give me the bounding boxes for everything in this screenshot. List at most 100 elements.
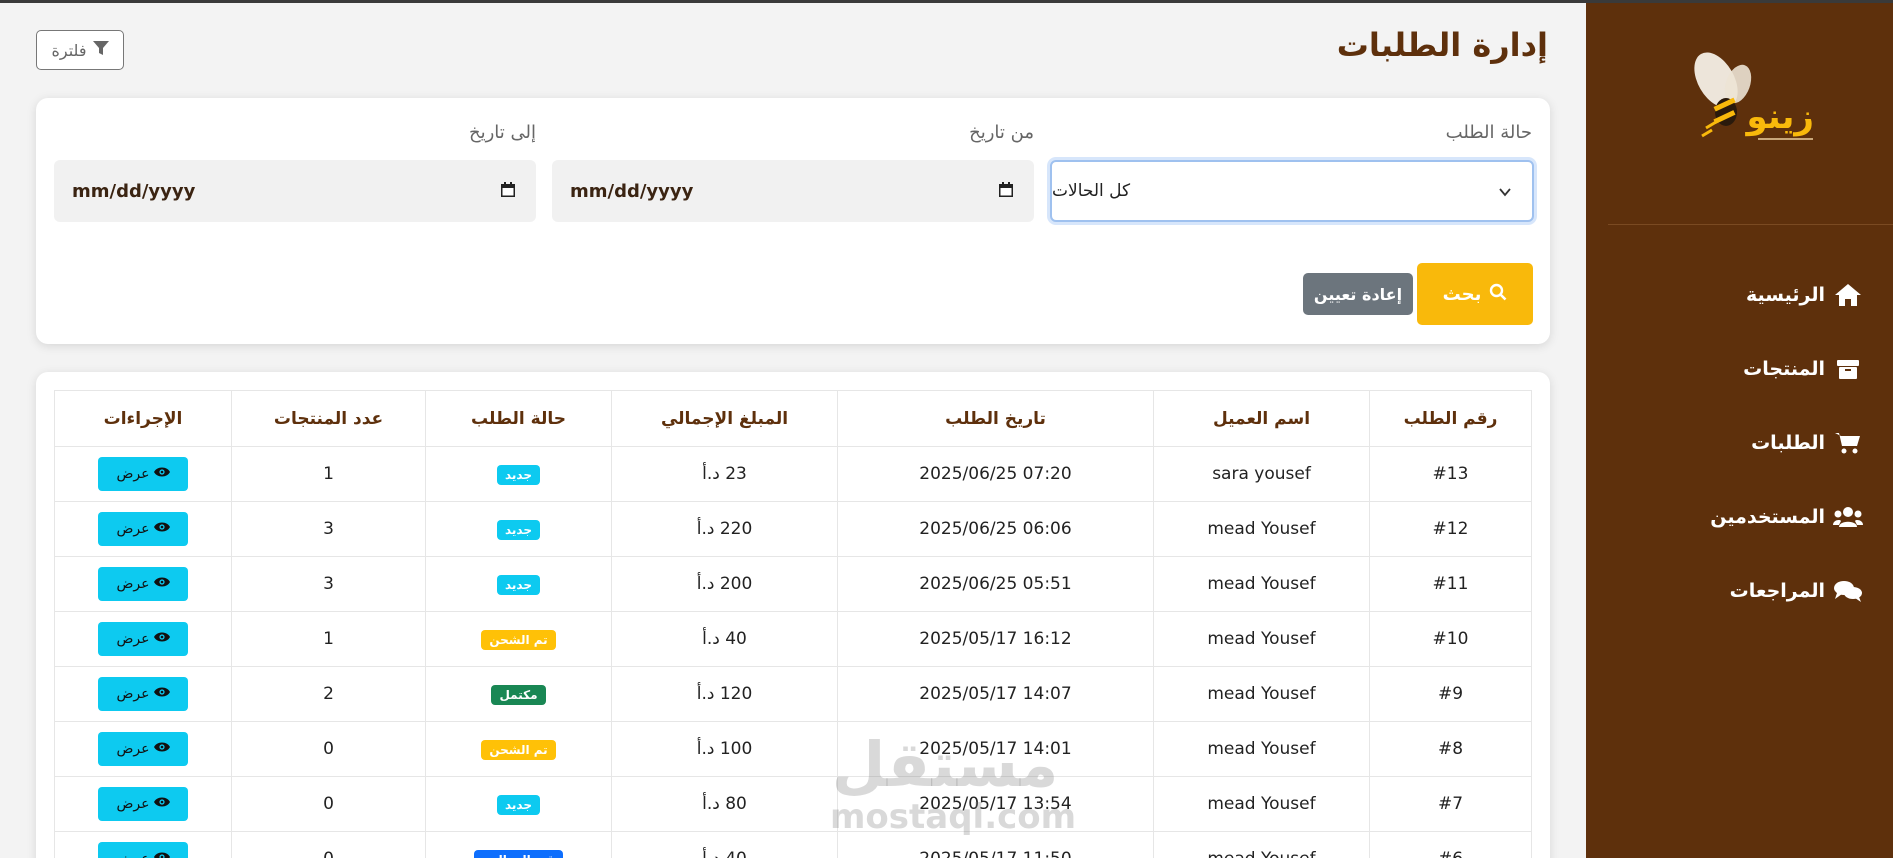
status-cell: مكتمل — [425, 666, 612, 722]
actions-cell: عرض — [54, 611, 232, 667]
orders-table: رقم الطلب اسم العميل تاريخ الطلب المبلغ … — [54, 390, 1532, 858]
status-badge: جديد — [496, 574, 541, 595]
table-row: #11 mead Yousef 2025/06/25 05:51 200 د.أ جدي… — [54, 556, 1532, 612]
customer-cell: mead Yousef — [1153, 556, 1370, 612]
total-cell: 200 د.أ — [611, 556, 838, 612]
to-date-label: إلى تاريخ — [468, 122, 536, 143]
from-date-input[interactable]: mm/dd/yyyy — [552, 160, 1034, 222]
status-badge: جديد — [496, 519, 541, 540]
sidebar-item-products[interactable]: المنتجات — [1603, 332, 1863, 406]
customer-cell: mead Yousef — [1153, 611, 1370, 667]
view-order-button[interactable]: عرض — [98, 457, 188, 491]
customer-cell: mead Yousef — [1153, 721, 1370, 777]
count-cell: 2 — [231, 666, 426, 722]
table-row: #13 sara yousef 2025/06/25 07:20 23 د.أ جديد… — [54, 446, 1532, 502]
sidebar: زينو الرئيسية المنتجات الطلبات المستخدمي… — [1586, 0, 1893, 858]
count-cell: 3 — [231, 556, 426, 612]
sidebar-item-label: الرئيسية — [1746, 284, 1825, 306]
status-cell: جديد — [425, 446, 612, 502]
view-order-label: عرض — [116, 631, 150, 647]
total-cell: 100 د.أ — [611, 721, 838, 777]
from-date-label: من تاريخ — [969, 122, 1034, 143]
calendar-icon[interactable] — [500, 182, 516, 203]
table-row: #6mead Yousef2025/05/17 11:5040 د.أ قيد ا… — [54, 831, 1532, 858]
status-cell: جديد — [425, 776, 612, 832]
customer-cell: sara yousef — [1153, 446, 1370, 502]
sidebar-item-reviews[interactable]: المراجعات — [1603, 554, 1863, 628]
sidebar-divider — [1608, 224, 1893, 225]
sidebar-item-orders[interactable]: الطلبات — [1603, 406, 1863, 480]
main-content: إدارة الطلبات فلترة حالة الطلب من تاريخ … — [0, 0, 1586, 858]
reset-button[interactable]: إعادة تعيين — [1303, 273, 1413, 315]
actions-cell: عرض — [54, 831, 232, 858]
calendar-icon[interactable] — [998, 182, 1014, 203]
total-cell: 40 د.أ — [611, 611, 838, 667]
status-badge: مكتمل — [491, 684, 546, 705]
order-id-cell: #9 — [1369, 666, 1532, 722]
sidebar-item-label: المراجعات — [1729, 580, 1825, 602]
actions-cell: عرض — [54, 446, 232, 502]
view-order-button[interactable]: عرض — [98, 512, 188, 546]
customer-cell: mead Yousef — [1153, 831, 1370, 858]
chevron-down-icon — [1498, 184, 1512, 204]
view-order-button[interactable]: عرض — [98, 732, 188, 766]
view-order-button[interactable]: عرض — [98, 787, 188, 821]
eye-icon — [153, 741, 170, 757]
date-cell: 2025/05/17 11:50 — [837, 831, 1154, 858]
sidebar-item-home[interactable]: الرئيسية — [1603, 258, 1863, 332]
count-cell: 0 — [231, 776, 426, 832]
column-header-date[interactable]: تاريخ الطلب — [837, 390, 1154, 447]
view-order-button[interactable]: عرض — [98, 677, 188, 711]
eye-icon — [153, 851, 170, 858]
sidebar-item-label: المنتجات — [1743, 358, 1825, 380]
date-cell: 2025/06/25 06:06 — [837, 501, 1154, 557]
order-id-cell: #8 — [1369, 721, 1532, 777]
date-cell: 2025/05/17 14:01 — [837, 721, 1154, 777]
status-select-value: كل الحالات — [1052, 181, 1131, 201]
filter-toggle-button[interactable]: فلترة — [36, 30, 124, 70]
search-icon — [1489, 283, 1507, 306]
view-order-button[interactable]: عرض — [98, 622, 188, 656]
to-date-input[interactable]: mm/dd/yyyy — [54, 160, 536, 222]
sidebar-item-label: المستخدمين — [1710, 506, 1825, 528]
eye-icon — [153, 466, 170, 482]
status-badge: جديد — [496, 794, 541, 815]
search-button-label: بحث — [1442, 283, 1482, 305]
column-header-order-id[interactable]: رقم الطلب — [1369, 390, 1532, 447]
total-cell: 220 د.أ — [611, 501, 838, 557]
table-row: #12 mead Yousef 2025/06/25 06:06 220 د.أ جدي… — [54, 501, 1532, 557]
search-button[interactable]: بحث — [1417, 263, 1533, 325]
status-cell: جديد — [425, 501, 612, 557]
order-id-cell: #6 — [1369, 831, 1532, 858]
view-order-button[interactable]: عرض — [98, 842, 188, 858]
count-cell: 1 — [231, 446, 426, 502]
eye-icon — [153, 576, 170, 592]
order-id-cell: #10 — [1369, 611, 1532, 667]
home-icon — [1833, 281, 1863, 309]
cart-icon — [1833, 429, 1863, 457]
column-header-count[interactable]: عدد المنتجات — [231, 390, 426, 447]
brand-logo[interactable]: زينو — [1676, 40, 1826, 160]
status-badge: تم الشحن — [481, 629, 556, 650]
to-date-value: mm/dd/yyyy — [72, 180, 196, 202]
total-cell: 23 د.أ — [611, 446, 838, 502]
status-select[interactable]: كل الحالات — [1050, 160, 1534, 222]
actions-cell: عرض — [54, 501, 232, 557]
window-top-border — [0, 0, 1893, 3]
column-header-status[interactable]: حالة الطلب — [425, 390, 612, 447]
eye-icon — [153, 796, 170, 812]
status-cell: قيد المعالجة — [425, 831, 612, 858]
date-cell: 2025/06/25 07:20 — [837, 446, 1154, 502]
sidebar-item-users[interactable]: المستخدمين — [1603, 480, 1863, 554]
view-order-button[interactable]: عرض — [98, 567, 188, 601]
total-cell: 120 د.أ — [611, 666, 838, 722]
status-badge: تم الشحن — [481, 739, 556, 760]
column-header-customer[interactable]: اسم العميل — [1153, 390, 1370, 447]
status-cell: تم الشحن — [425, 721, 612, 777]
from-date-value: mm/dd/yyyy — [570, 180, 694, 202]
column-header-total[interactable]: المبلغ الإجمالي — [611, 390, 838, 447]
table-row: #9 mead Yousef 2025/05/17 14:07 120 د.أ مكتم… — [54, 666, 1532, 722]
table-row: #7 mead Yousef 2025/05/17 13:54 80 د.أ جديد 0… — [54, 776, 1532, 832]
view-order-label: عرض — [116, 796, 150, 812]
count-cell: 0 — [231, 831, 426, 858]
